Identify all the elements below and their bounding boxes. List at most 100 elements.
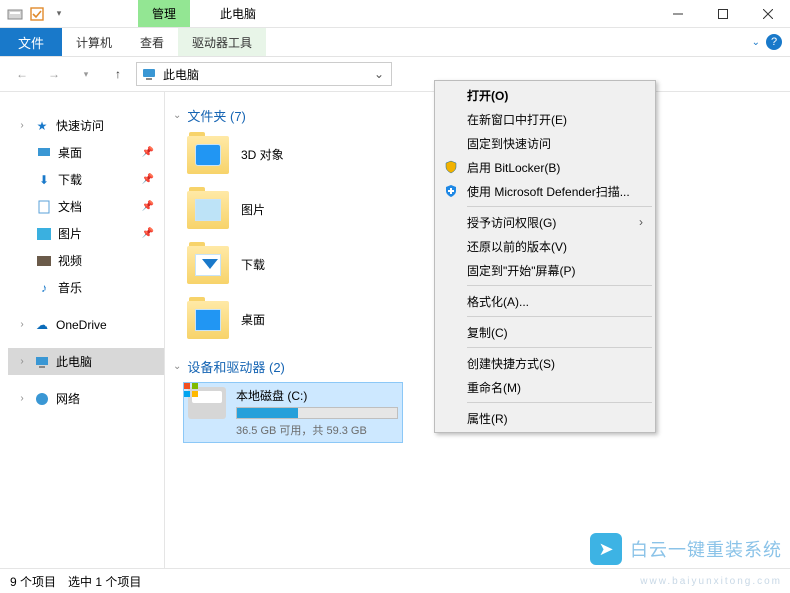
ctx-rename[interactable]: 重命名(M) xyxy=(437,375,653,399)
sidebar-network[interactable]: › 网络 xyxy=(8,385,164,412)
pin-icon: 📌 xyxy=(142,201,154,212)
sidebar-item-desktop[interactable]: 桌面 📌 xyxy=(8,139,164,166)
status-selected-count: 选中 1 个项目 xyxy=(68,573,141,590)
folder-icon xyxy=(187,136,229,174)
sidebar-item-label: 下载 xyxy=(58,171,82,188)
maximize-button[interactable] xyxy=(700,0,745,28)
help-icon[interactable]: ? xyxy=(766,34,782,50)
forward-button[interactable]: → xyxy=(40,62,68,86)
sidebar-this-pc[interactable]: › 此电脑 xyxy=(8,348,164,375)
back-button[interactable]: ← xyxy=(8,62,36,86)
recent-locations-button[interactable]: ▾ xyxy=(72,62,100,86)
up-button[interactable]: ↑ xyxy=(104,62,132,86)
this-pc-icon xyxy=(34,354,50,370)
chevron-right-icon[interactable]: › xyxy=(16,393,28,404)
ctx-open[interactable]: 打开(O) xyxy=(437,83,653,107)
ctx-pin-quick-access[interactable]: 固定到快速访问 xyxy=(437,131,653,155)
pictures-icon xyxy=(36,226,52,242)
drive-local-c[interactable]: 本地磁盘 (C:) 36.5 GB 可用，共 59.3 GB xyxy=(183,382,403,443)
sidebar-item-label: 桌面 xyxy=(58,144,82,161)
sidebar-item-label: 网络 xyxy=(56,390,80,407)
ctx-properties[interactable]: 属性(R) xyxy=(437,406,653,430)
folder-icon xyxy=(187,191,229,229)
sidebar-item-label: 视频 xyxy=(58,252,82,269)
ctx-format[interactable]: 格式化(A)... xyxy=(437,289,653,313)
watermark-text: 白云一键重装系统 xyxy=(630,536,782,562)
chevron-right-icon[interactable]: › xyxy=(16,319,28,330)
ctx-create-shortcut[interactable]: 创建快捷方式(S) xyxy=(437,351,653,375)
drive-capacity-bar xyxy=(236,407,398,419)
folder-icon xyxy=(187,301,229,339)
context-menu: 打开(O) 在新窗口中打开(E) 固定到快速访问 启用 BitLocker(B)… xyxy=(434,80,656,433)
separator xyxy=(467,316,652,317)
pin-icon: 📌 xyxy=(142,174,154,185)
ribbon-collapse-icon[interactable]: ⌄ xyxy=(752,37,760,48)
ribbon-file-tab[interactable]: 文件 xyxy=(0,28,62,56)
ctx-restore-previous[interactable]: 还原以前的版本(V) xyxy=(437,234,653,258)
ctx-open-new-window[interactable]: 在新窗口中打开(E) xyxy=(437,107,653,131)
ribbon-tab-drive-tools[interactable]: 驱动器工具 xyxy=(178,28,266,56)
watermark-icon: ➤ xyxy=(590,533,622,565)
music-icon: ♪ xyxy=(36,280,52,296)
sidebar-item-downloads[interactable]: ⬇ 下载 📌 xyxy=(8,166,164,193)
separator xyxy=(467,347,652,348)
chevron-right-icon[interactable]: › xyxy=(16,356,28,367)
sidebar-item-label: OneDrive xyxy=(56,318,107,332)
shield-icon xyxy=(443,159,459,175)
ribbon-tab-view[interactable]: 查看 xyxy=(126,28,178,56)
chevron-right-icon: › xyxy=(639,215,643,229)
qat-item[interactable] xyxy=(28,5,46,23)
status-item-count: 9 个项目 xyxy=(10,573,56,590)
separator xyxy=(467,285,652,286)
ctx-copy[interactable]: 复制(C) xyxy=(437,320,653,344)
window-title: 此电脑 xyxy=(220,5,256,22)
watermark-url: www.baiyunxitong.com xyxy=(640,576,782,587)
ctx-bitlocker[interactable]: 启用 BitLocker(B) xyxy=(437,155,653,179)
sidebar-item-label: 此电脑 xyxy=(56,353,92,370)
drive-icon xyxy=(188,387,226,419)
chevron-right-icon[interactable]: › xyxy=(16,120,28,131)
desktop-icon xyxy=(36,145,52,161)
defender-icon xyxy=(443,183,459,199)
network-icon xyxy=(34,391,50,407)
ctx-pin-start[interactable]: 固定到"开始"屏幕(P) xyxy=(437,258,653,282)
close-button[interactable] xyxy=(745,0,790,28)
sidebar-quick-access[interactable]: › ★ 快速访问 xyxy=(8,112,164,139)
sidebar-item-videos[interactable]: 视频 xyxy=(8,247,164,274)
drive-subtitle: 36.5 GB 可用，共 59.3 GB xyxy=(236,422,398,438)
folder-label: 3D 对象 xyxy=(241,146,284,163)
folder-icon xyxy=(187,246,229,284)
chevron-down-icon[interactable]: ⌄ xyxy=(173,361,181,372)
address-dropdown-icon[interactable]: ⌄ xyxy=(371,67,387,81)
folder-label: 下载 xyxy=(241,256,265,273)
separator xyxy=(467,402,652,403)
chevron-down-icon[interactable]: ⌄ xyxy=(173,110,181,121)
ctx-grant-access[interactable]: 授予访问权限(G)› xyxy=(437,210,653,234)
ctx-defender-scan[interactable]: 使用 Microsoft Defender扫描... xyxy=(437,179,653,203)
separator xyxy=(467,206,652,207)
app-icon xyxy=(6,5,24,23)
folder-label: 桌面 xyxy=(241,311,265,328)
drive-name: 本地磁盘 (C:) xyxy=(236,387,398,404)
title-bar: ▾ 管理 此电脑 xyxy=(0,0,790,28)
navigation-pane: › ★ 快速访问 桌面 📌 ⬇ 下载 📌 文档 📌 图片 xyxy=(0,92,165,568)
qat-dropdown[interactable]: ▾ xyxy=(50,5,68,23)
pin-icon: 📌 xyxy=(142,228,154,239)
sidebar-item-label: 音乐 xyxy=(58,279,82,296)
sidebar-item-documents[interactable]: 文档 📌 xyxy=(8,193,164,220)
sidebar-onedrive[interactable]: › ☁ OneDrive xyxy=(8,311,164,338)
group-header-label: 文件夹 (7) xyxy=(187,106,246,125)
download-icon: ⬇ xyxy=(36,172,52,188)
sidebar-item-music[interactable]: ♪ 音乐 xyxy=(8,274,164,301)
sidebar-item-pictures[interactable]: 图片 📌 xyxy=(8,220,164,247)
star-icon: ★ xyxy=(34,118,50,134)
group-header-label: 设备和驱动器 (2) xyxy=(187,357,285,376)
address-bar[interactable]: 此电脑 ⌄ xyxy=(136,62,392,86)
minimize-button[interactable] xyxy=(655,0,700,28)
navigation-bar: ← → ▾ ↑ 此电脑 ⌄ xyxy=(0,57,790,92)
videos-icon xyxy=(36,253,52,269)
pin-icon: 📌 xyxy=(142,147,154,158)
sidebar-item-label: 快速访问 xyxy=(56,117,104,134)
contextual-tab-manage[interactable]: 管理 xyxy=(138,0,190,27)
ribbon-tab-computer[interactable]: 计算机 xyxy=(62,28,126,56)
